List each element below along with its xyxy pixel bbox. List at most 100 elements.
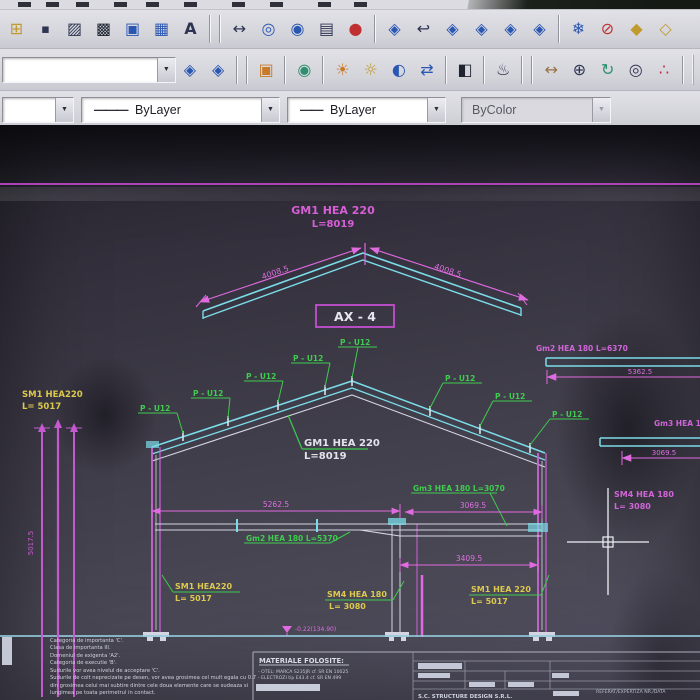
plot-icon[interactable]: ▤ xyxy=(313,16,340,43)
color-combo[interactable]: ▼ xyxy=(2,96,74,123)
purlin-label: P - U12 xyxy=(495,392,525,401)
linear-dimension-icon[interactable]: ↔ xyxy=(226,16,253,43)
toolbar-separator xyxy=(374,15,376,43)
lock-layer-icon[interactable]: ◆ xyxy=(623,16,650,43)
geographic-location-icon[interactable]: ◉ xyxy=(291,56,317,83)
layer-properties-icon[interactable]: ◈ xyxy=(177,56,203,83)
linetype-sample: ——— xyxy=(94,102,129,117)
frame-rafter-label-line2: L=8019 xyxy=(304,451,347,462)
toolbar-separator xyxy=(246,55,249,84)
unlock-layer-icon[interactable]: ◇ xyxy=(652,16,679,43)
cad-application-window: ⊞ ▪ ▨ ▩ ▣ ▦ A ↔ ◎ ◉ ▤ ● ◈ ↩ ◈ ◈ ◈ ◈ ❄ ⊘ … xyxy=(0,0,700,700)
render-region-icon[interactable]: ◧ xyxy=(452,56,478,83)
gradient-icon[interactable]: ▣ xyxy=(119,16,146,43)
frame-dim-left: 5262.5 xyxy=(263,500,289,509)
note-line: Sudurile vor avea nivelul de acceptare '… xyxy=(50,668,160,674)
motion-path-icon[interactable]: ⇄ xyxy=(414,56,440,83)
sm4-label-line2: L= 3080 xyxy=(614,502,651,511)
make-object-layer-current-icon[interactable]: ◈ xyxy=(381,16,408,43)
plot-style-value: ByColor xyxy=(472,102,517,117)
rafter-label-line2: L=8019 xyxy=(312,219,355,230)
orbit-icon[interactable]: ↻ xyxy=(595,56,621,83)
gm2-label: Gm2 HEA 180 L=6370 xyxy=(536,344,628,353)
level-mark: -0.22(134.90) xyxy=(295,626,336,633)
layer-control-combo[interactable]: ▼ xyxy=(2,56,176,83)
layer-previous-icon[interactable]: ↩ xyxy=(410,16,437,43)
plot-style-combo[interactable]: ByColor ▼ xyxy=(461,96,611,123)
note-line: Clasa de importanta III. xyxy=(50,645,111,651)
layer-states-manager-icon[interactable]: ◈ xyxy=(205,56,231,83)
frame-dim-right: 3069.5 xyxy=(460,501,486,510)
point-icon[interactable]: ▪ xyxy=(32,16,59,43)
chevron-down-icon[interactable]: ▼ xyxy=(156,57,175,82)
walk-icon[interactable]: ∴ xyxy=(651,56,677,83)
render-environment-icon[interactable]: ▣ xyxy=(253,56,279,83)
hatch-icon[interactable]: ▨ xyxy=(61,16,88,43)
company-name: S.C. STRUCTURE DESIGN S.R.L. xyxy=(418,694,512,700)
materials-line2: - ELECTROZI tip E43.4 cf. SR EN 499 xyxy=(258,675,341,681)
chevron-down-icon[interactable]: ▼ xyxy=(592,97,610,122)
toolbar-separator xyxy=(531,55,534,84)
rafter-dim-left: 4008.5 xyxy=(261,264,290,281)
toolbar-separator xyxy=(445,55,448,84)
chevron-down-icon[interactable]: ▼ xyxy=(55,97,73,122)
chevron-down-icon[interactable]: ▼ xyxy=(427,97,445,122)
toolbar-separator xyxy=(558,15,560,43)
freeze-layer-icon[interactable]: ❄ xyxy=(565,16,592,43)
purlin-label: P - U12 xyxy=(293,354,323,363)
pan-icon[interactable]: ↔ xyxy=(538,56,564,83)
text-icon[interactable]: A xyxy=(177,16,204,43)
lineweight-value: ByLayer xyxy=(330,102,376,117)
note-line: Categoria de executie 'B'. xyxy=(50,660,117,666)
materials-icon[interactable]: ◐ xyxy=(386,56,412,83)
gm2-beam-detail: Gm2 HEA 180 L=6370 5362.5 xyxy=(536,344,700,384)
sm1-left-label-line2: L= 5017 xyxy=(22,402,61,412)
table-icon[interactable]: ▦ xyxy=(148,16,175,43)
gm3-label: Gm3 HEA 180 xyxy=(654,419,700,428)
sm4-label-line1: SM4 HEA 180 xyxy=(614,490,674,499)
light-list-icon[interactable]: ☼ xyxy=(358,56,384,83)
layer-states-icon[interactable]: ◈ xyxy=(439,16,466,43)
chevron-down-icon[interactable]: ▼ xyxy=(261,97,279,122)
note-line: Domeniul de exigenta 'A2'. xyxy=(50,653,121,659)
layer-isolate-icon[interactable]: ◈ xyxy=(526,16,553,43)
rafter-dim-right: 4008.5 xyxy=(433,262,462,279)
title-block-cells xyxy=(418,663,579,696)
render-icon[interactable]: ♨ xyxy=(490,56,516,83)
column-dim: 5017.5 xyxy=(27,531,35,556)
toolbar-row-layers-render: ▼ ◈ ◈ ▣ ◉ ☀ ☼ ◐ ⇄ ◧ ♨ ↔ ⊕ ↻ ◎ ∴ xyxy=(0,49,700,91)
frame-dim-bottom: 3409.5 xyxy=(456,554,482,563)
purlin-labels: P - U12 P - U12 P - U12 P - U12 P - U12 … xyxy=(140,338,582,419)
purlin-label: P - U12 xyxy=(246,372,276,381)
materials-line1: - OTEL: MARCA S235JR cf. SR EN 10025 xyxy=(258,669,348,675)
rafter-label-line1: GM1 HEA 220 xyxy=(291,204,375,217)
purlin-label: P - U12 xyxy=(340,338,370,347)
copy-to-layer-icon[interactable]: ◈ xyxy=(497,16,524,43)
materials-title: MATERIALE FOLOSITE: xyxy=(259,657,344,665)
move-to-layer-icon[interactable]: ◈ xyxy=(468,16,495,43)
beam-right-label: Gm3 HEA 180 L=3070 xyxy=(413,484,505,493)
show-motion-icon[interactable]: ◎ xyxy=(623,56,649,83)
solid-hatch-icon[interactable]: ▩ xyxy=(90,16,117,43)
lineweight-combo[interactable]: —— ByLayer ▼ xyxy=(287,96,446,123)
sun-properties-icon[interactable]: ☀ xyxy=(329,56,355,83)
zoom-realtime-icon[interactable]: ⊕ xyxy=(566,56,592,83)
donut-icon[interactable]: ◎ xyxy=(255,16,282,43)
gm3-dim: 3069.5 xyxy=(652,449,677,457)
linetype-combo[interactable]: ——— ByLayer ▼ xyxy=(81,96,280,123)
toolbar-separator xyxy=(322,55,325,84)
ellipse-icon[interactable]: ◉ xyxy=(284,16,311,43)
sm1-bottom-label-line1: SM1 HEA220 xyxy=(175,582,233,591)
frame-rafter-label-line1: GM1 HEA 220 xyxy=(304,438,380,449)
drawing-canvas[interactable]: 4008.5 4008.5 GM1 HEA 220 L=8019 AX - 4 … xyxy=(0,125,700,700)
render-sphere-icon[interactable]: ● xyxy=(342,16,369,43)
rafter-detail: 4008.5 4008.5 GM1 HEA 220 L=8019 AX - 4 xyxy=(195,204,529,328)
gm2-dim: 5362.5 xyxy=(628,368,653,376)
frame-columns xyxy=(143,447,555,641)
layer-off-icon[interactable]: ⊘ xyxy=(594,16,621,43)
toolbar-separator xyxy=(483,55,486,84)
cad-drawing[interactable]: 4008.5 4008.5 GM1 HEA 220 L=8019 AX - 4 … xyxy=(0,125,700,700)
sm1-right-label-line1: SM1 HEA 220 xyxy=(471,585,531,594)
title-block: MATERIALE FOLOSITE: - OTEL: MARCA S235JR… xyxy=(252,651,700,700)
copy-object-icon[interactable]: ⊞ xyxy=(3,16,30,43)
